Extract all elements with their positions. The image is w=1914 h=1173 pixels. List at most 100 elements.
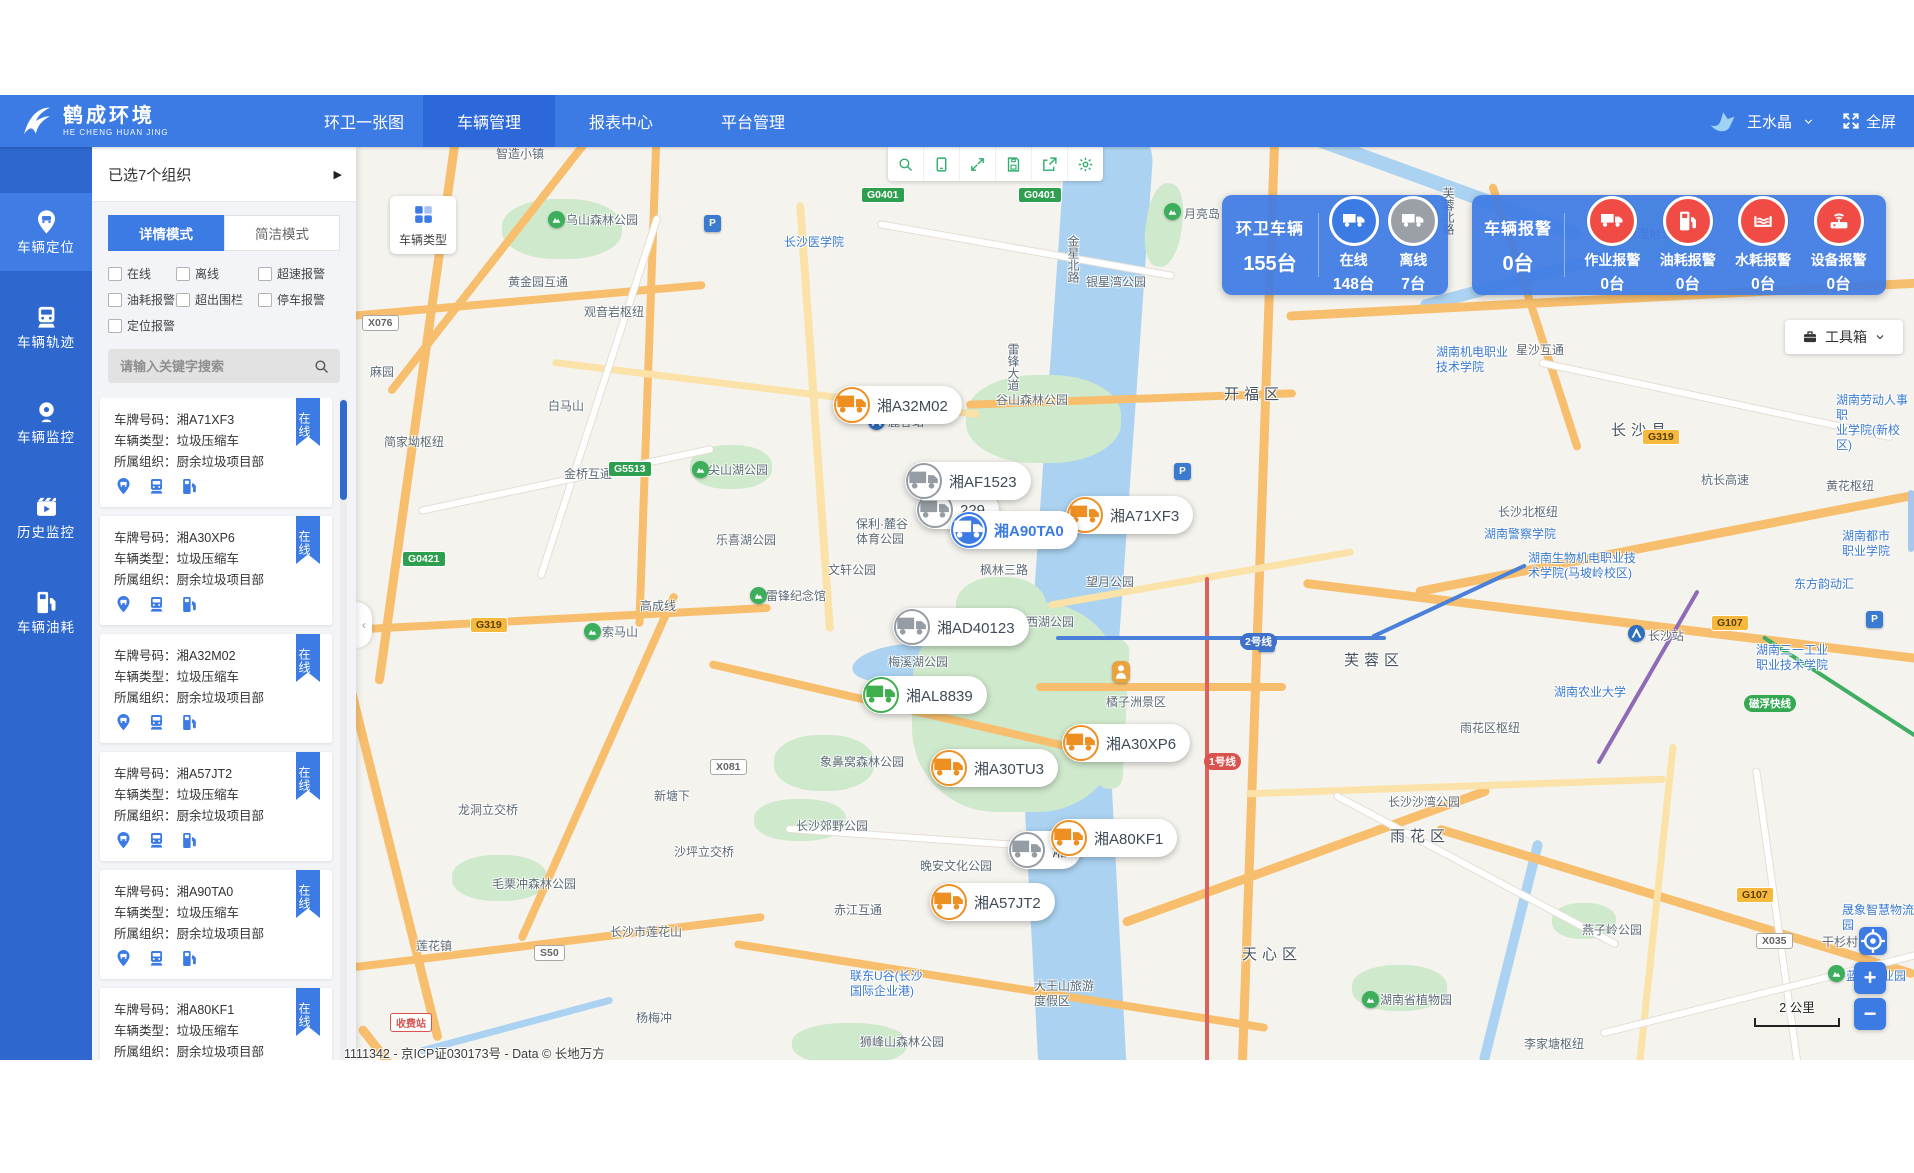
page-scrollbar[interactable] — [1908, 490, 1914, 552]
filter-checkboxes: 在线 离线 超速报警 油耗报警 超出围栏 停车报警 定位报警 — [108, 265, 348, 334]
bus-icon[interactable] — [147, 477, 166, 496]
sidebar-item-3[interactable]: 历史监控 — [0, 478, 92, 556]
vehicle-list: 车牌号码：湘A71XF3 车辆类型：垃圾压缩车 所属组织：厨余垃圾项目部 在线 … — [92, 398, 356, 1060]
org-selector[interactable]: 已选7个组织 ▶ — [92, 147, 356, 202]
vehicle-marker[interactable]: 湘A90TA0 — [950, 511, 1078, 549]
bus-icon[interactable] — [147, 949, 166, 968]
expand-tool-button[interactable] — [960, 147, 996, 181]
vehicle-plate: 车牌号码：湘A80KF1 — [114, 1000, 322, 1021]
nav-item-1[interactable]: 车辆管理 — [423, 95, 555, 147]
share-tool-button[interactable] — [1032, 147, 1068, 181]
map-label: 开福区 — [1224, 387, 1284, 402]
map-label: 湖南劳动人事职 业学院(新校区) — [1836, 393, 1914, 453]
fuel-icon[interactable] — [180, 949, 199, 968]
truck-icon — [1051, 820, 1087, 856]
filter-checkbox-4[interactable]: 超出围栏 — [176, 291, 252, 308]
filter-checkbox-0[interactable]: 在线 — [108, 265, 170, 282]
zoom-out-button[interactable]: − — [1854, 998, 1886, 1030]
sidebar-item-2[interactable]: 车辆监控 — [0, 383, 92, 461]
nav-item-3[interactable]: 平台管理 — [687, 95, 819, 147]
magnifier-tool-button[interactable] — [888, 147, 924, 181]
save-tool-button[interactable] — [996, 147, 1032, 181]
chevron-down-icon[interactable] — [1802, 115, 1815, 128]
fuel-icon[interactable] — [180, 477, 199, 496]
filter-checkbox-1[interactable]: 离线 — [176, 265, 252, 282]
map-canvas[interactable]: 车辆类型 环卫车辆 155台 在线 148台 离线 — [356, 147, 1914, 1060]
gear-tool-button[interactable] — [1068, 147, 1103, 181]
map-label: 黄花枢纽 — [1826, 479, 1874, 494]
vehicle-marker[interactable]: 湘AL8839 — [862, 676, 987, 714]
zoom-in-button[interactable]: + — [1854, 962, 1886, 994]
fuel-icon[interactable] — [180, 831, 199, 850]
nav-item-0[interactable]: 环卫一张图 — [305, 95, 423, 147]
checkbox-icon[interactable] — [108, 267, 122, 281]
pin-car-icon[interactable] — [114, 831, 133, 850]
vehicle-marker[interactable]: 湘A32M02 — [833, 386, 962, 424]
vehicle-card-4[interactable]: 车牌号码：湘A90TA0 车辆类型：垃圾压缩车 所属组织：厨余垃圾项目部 在线 — [100, 870, 332, 979]
toolbox-button[interactable]: 工具箱 — [1785, 320, 1903, 354]
bus-icon[interactable] — [147, 595, 166, 614]
map-shape — [1036, 683, 1286, 691]
map-label: 简家坳枢纽 — [384, 435, 444, 450]
park-poi-icon — [750, 587, 767, 604]
user-avatar-icon[interactable] — [1707, 106, 1737, 136]
sidebar-item-0[interactable]: 车辆定位 — [0, 193, 92, 271]
search-box[interactable] — [108, 349, 340, 383]
vehicle-marker[interactable]: 湘A30TU3 — [930, 749, 1058, 787]
checkbox-icon[interactable] — [176, 267, 190, 281]
filter-checkbox-2[interactable]: 超速报警 — [258, 265, 344, 282]
user-name[interactable]: 王水晶 — [1747, 111, 1792, 132]
filter-checkbox-6[interactable]: 定位报警 — [108, 317, 170, 334]
filter-checkbox-5[interactable]: 停车报警 — [258, 291, 344, 308]
vehicle-card-3[interactable]: 车牌号码：湘A57JT2 车辆类型：垃圾压缩车 所属组织：厨余垃圾项目部 在线 — [100, 752, 332, 861]
checkbox-icon[interactable] — [258, 267, 272, 281]
vehicle-marker[interactable]: 湘A57JT2 — [930, 883, 1055, 921]
tab-1[interactable]: 简洁模式 — [224, 215, 340, 251]
checkbox-icon[interactable] — [176, 293, 190, 307]
list-scrollbar[interactable] — [340, 398, 347, 1060]
list-scrollbar-thumb[interactable] — [340, 400, 347, 500]
fuel-icon[interactable] — [180, 713, 199, 732]
vehicle-marker[interactable]: 湘AD40123 — [893, 608, 1029, 646]
tab-0[interactable]: 详情模式 — [108, 215, 224, 251]
vehicle-marker[interactable]: 湘A80KF1 — [1050, 819, 1177, 857]
vehicle-card-2[interactable]: 车牌号码：湘A32M02 车辆类型：垃圾压缩车 所属组织：厨余垃圾项目部 在线 — [100, 634, 332, 743]
checkbox-icon[interactable] — [108, 293, 122, 307]
filter-checkbox-3[interactable]: 油耗报警 — [108, 291, 170, 308]
bus-icon[interactable] — [147, 713, 166, 732]
fullscreen-button[interactable]: 全屏 — [1841, 111, 1896, 132]
pin-car-icon[interactable] — [114, 949, 133, 968]
vehicle-marker[interactable]: 湘A30XP6 — [1062, 724, 1190, 762]
locate-button[interactable] — [1859, 927, 1887, 955]
search-icon[interactable] — [313, 358, 330, 375]
vehicle-marker[interactable]: 湘A71XF3 — [1066, 496, 1193, 534]
pin-car-icon[interactable] — [114, 595, 133, 614]
panel-collapse-handle[interactable]: ‹ — [356, 602, 372, 648]
expand-arrow-icon[interactable]: ▶ — [334, 168, 342, 181]
park-poi-icon — [1164, 203, 1181, 220]
vehicle-card-5[interactable]: 车牌号码：湘A80KF1 车辆类型：垃圾压缩车 所属组织：厨余垃圾项目部 在线 — [100, 988, 332, 1060]
search-input[interactable] — [118, 358, 313, 375]
tablet-tool-button[interactable] — [924, 147, 960, 181]
bus-icon[interactable] — [147, 831, 166, 850]
vehicle-org: 所属组织：厨余垃圾项目部 — [114, 570, 322, 591]
nav-item-2[interactable]: 报表中心 — [555, 95, 687, 147]
map-label: 保利·麓谷 体育公园 — [856, 517, 908, 547]
checkbox-icon[interactable] — [258, 293, 272, 307]
checkbox-icon[interactable] — [108, 319, 122, 333]
filter-label: 在线 — [127, 265, 151, 282]
vehicle-card-1[interactable]: 车牌号码：湘A30XP6 车辆类型：垃圾压缩车 所属组织：厨余垃圾项目部 在线 — [100, 516, 332, 625]
sidebar-item-4[interactable]: 车辆油耗 — [0, 573, 92, 651]
fuel-icon[interactable] — [180, 595, 199, 614]
marker-plate: 湘A32M02 — [877, 395, 948, 416]
map-label: 长沙北枢纽 — [1498, 505, 1558, 520]
sidebar-item-1[interactable]: 车辆轨迹 — [0, 288, 92, 366]
pin-car-icon[interactable] — [114, 477, 133, 496]
metro-poi-icon — [1628, 625, 1645, 642]
pin-car-icon[interactable] — [114, 713, 133, 732]
vehicle-card-0[interactable]: 车牌号码：湘A71XF3 车辆类型：垃圾压缩车 所属组织：厨余垃圾项目部 在线 — [100, 398, 332, 507]
vehicle-type-button[interactable]: 车辆类型 — [390, 196, 456, 254]
vehicle-marker[interactable]: 湘AF1523 — [905, 462, 1031, 500]
vehicle-org: 所属组织：厨余垃圾项目部 — [114, 452, 322, 473]
map-label: 星沙互通 — [1516, 343, 1564, 358]
